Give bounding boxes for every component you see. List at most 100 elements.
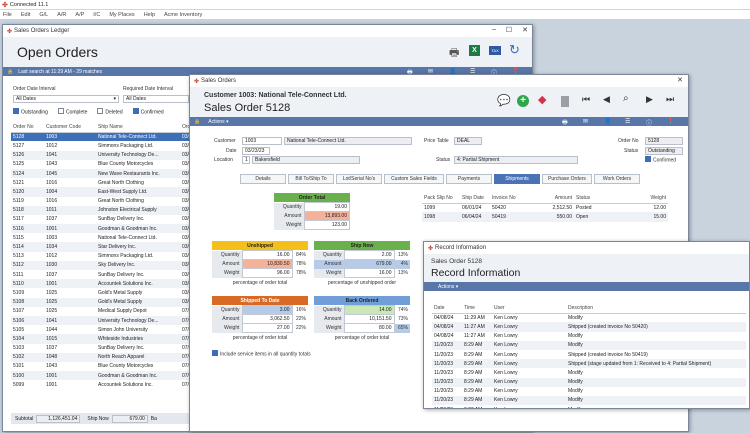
col-ship-date[interactable]: Ship Date — [460, 194, 490, 204]
menu-file[interactable]: File — [3, 12, 12, 18]
record-row[interactable]: 11/20/238:29 AMKen LowryModify — [432, 387, 746, 396]
col-user[interactable]: User — [492, 304, 566, 314]
tab-shipments[interactable]: Shipments — [494, 174, 540, 184]
col-order-no[interactable]: Order No — [11, 123, 44, 133]
order-confirmed-checkbox[interactable] — [645, 156, 651, 162]
order-user-icon[interactable]: 👤 — [604, 118, 611, 125]
menu-gl[interactable]: G/L — [39, 12, 48, 18]
col-amount[interactable]: Amount — [542, 194, 574, 204]
next-record-icon[interactable]: ▶ — [646, 94, 653, 105]
table-row[interactable]: 5107 1025 Medical Supply Depot 07/ — [11, 307, 191, 316]
table-row[interactable]: 5128 1003 National Tele-Connect Ltd. 03/ — [11, 132, 191, 142]
tab-payments[interactable]: Payments — [446, 174, 492, 184]
confirmed-checkbox[interactable] — [132, 108, 139, 114]
record-row[interactable]: 11/20/23 8:29 AM Ken Lowry Shipped (stage u… — [432, 359, 746, 369]
service-items-option[interactable]: Include service items in all quantity to… — [212, 350, 311, 357]
minimize-icon[interactable]: – — [492, 26, 496, 33]
table-row[interactable]: 5106 1041 University Technology De... 07/ — [11, 315, 191, 326]
search-icon[interactable]: ⌕ — [623, 93, 629, 104]
excel-icon[interactable]: X — [469, 45, 480, 56]
maximize-icon[interactable]: ☐ — [506, 26, 512, 34]
menu-ic[interactable]: I/C — [93, 12, 100, 18]
tab-details[interactable]: Details — [240, 174, 286, 184]
record-row[interactable]: 11/20/238:29 AMKen LowryModify — [432, 405, 746, 408]
tab-bill-to-ship-to[interactable]: Bill To/Ship To — [288, 174, 334, 184]
chat-icon[interactable]: 💬 — [497, 94, 511, 107]
menu-ar[interactable]: A/R — [57, 12, 66, 18]
record-actions-menu[interactable]: Actions ▾ — [438, 284, 458, 290]
record-row[interactable]: 11/20/23 8:29 AM Ken Lowry Shipped (created… — [432, 350, 746, 359]
table-row[interactable]: 5117 1037 SunBay Delivery Inc. 03/ — [11, 215, 191, 224]
table-row[interactable]: 5104 1015 Whiteside Industries 07/ — [11, 334, 191, 344]
col-date[interactable]: Date — [432, 304, 462, 314]
table-row[interactable]: 5108 1025 Gold's Metal Supply 03/ — [11, 297, 191, 307]
tab-work-orders[interactable]: Work Orders — [594, 174, 640, 184]
col-weight[interactable]: Weight — [624, 194, 668, 204]
col-pack-slip[interactable]: Pack Slip No — [422, 194, 460, 204]
table-row[interactable]: 5103 1037 SunBay Delivery Inc. 07/ — [11, 344, 191, 353]
table-row[interactable]: 5112 1030 Sky Delivery Inc. 03/ — [11, 260, 191, 270]
table-row[interactable]: 5114 1034 Star Delivery Inc. 03/ — [11, 242, 191, 252]
filter-outstanding[interactable]: Outstanding — [13, 108, 48, 115]
col-description[interactable]: Description — [566, 304, 746, 314]
col-time[interactable]: Time — [462, 304, 492, 314]
col-invoice-no[interactable]: Invoice No — [490, 194, 542, 204]
refresh-icon[interactable]: ↻ — [509, 42, 520, 58]
tab-custom-sales-fields[interactable]: Custom Sales Fields — [384, 174, 444, 184]
col-ship-name[interactable]: Ship Name — [96, 123, 180, 133]
order-info-icon[interactable]: ⓘ — [646, 118, 652, 127]
record-row[interactable]: 11/20/238:29 AMKen LowryModify — [432, 395, 746, 406]
tax-icon[interactable]: TAX — [489, 46, 501, 55]
table-row[interactable]: 5105 1044 Simon John University 07/ — [11, 325, 191, 334]
shipment-row[interactable]: 1098 06/04/24 50419 550.00 Open 15.00 — [422, 212, 668, 222]
close-icon[interactable]: ✕ — [522, 26, 528, 34]
add-icon[interactable]: + — [517, 95, 529, 107]
tab-purchase-orders[interactable]: Purchase Orders — [542, 174, 592, 184]
table-row[interactable]: 5127 1012 Simmons Packaging Ltd. 03/ — [11, 141, 191, 150]
order-list-icon[interactable]: ☰ — [625, 118, 630, 125]
shipment-row[interactable]: 1099 06/01/24 50420 2,512.50 Posted 12.0… — [422, 203, 668, 212]
table-row[interactable]: 5109 1025 Gold's Metal Supply 03/ — [11, 288, 191, 297]
table-row[interactable]: 5119 1016 Great North Clothing 03/ — [11, 197, 191, 206]
date-field[interactable]: 03/23/23 — [242, 147, 270, 155]
order-close-icon[interactable]: ✕ — [677, 76, 683, 84]
table-row[interactable]: 5110 1001 Accountek Solutions Inc. 03/ — [11, 279, 191, 289]
table-row[interactable]: 5124 1045 New Wave Restaurants Inc. 03/ — [11, 168, 191, 179]
customer-code-field[interactable]: 1003 — [242, 137, 282, 145]
record-row[interactable]: 04/08/24 11:27 AM Ken Lowry Modify — [432, 332, 746, 341]
trash-icon[interactable] — [561, 96, 569, 107]
first-record-icon[interactable]: ⏮ — [582, 94, 590, 105]
required-date-interval-select[interactable]: All Dates — [123, 95, 189, 103]
tab-lot-serial[interactable]: Lot/Serial No's — [336, 174, 382, 184]
table-row[interactable]: 5102 1048 North Reach Apparel 07/ — [11, 352, 191, 362]
table-row[interactable]: 5111 1037 SunBay Delivery Inc. 03/ — [11, 270, 191, 279]
table-row[interactable]: 5100 1001 Goodman & Goodman Inc. 07/ — [11, 371, 191, 381]
menu-my-places[interactable]: My Places — [109, 12, 134, 18]
table-row[interactable]: 5118 1011 Johnston Electrical Supply 03/ — [11, 205, 191, 215]
table-row[interactable]: 5120 1004 East-West Supply Ltd. 03/ — [11, 187, 191, 197]
deleted-checkbox[interactable] — [97, 108, 104, 114]
record-row[interactable]: 11/20/238:29 AMKen LowryModify — [432, 377, 746, 387]
record-row[interactable]: 04/08/24 11:29 AM Ken Lowry Modify — [432, 313, 746, 322]
order-date-interval-select[interactable]: All Dates ▾ — [13, 95, 119, 103]
printer-icon[interactable]: 🖶 — [449, 44, 459, 63]
record-row[interactable]: 11/20/238:29 AMKen LowryModify — [432, 340, 746, 350]
menu-acme-inventory[interactable]: Acme Inventory — [164, 12, 202, 18]
col-customer-code[interactable]: Customer Code — [44, 123, 96, 133]
order-mail-icon[interactable]: ✉ — [583, 118, 588, 125]
delete-icon[interactable]: ◆ — [538, 93, 546, 106]
previous-record-icon[interactable]: ◀ — [603, 94, 610, 105]
last-record-icon[interactable]: ⏭ — [666, 94, 674, 105]
table-row[interactable]: 5125 1043 Blue County Motorcycles 03/ — [11, 160, 191, 169]
table-row[interactable]: 5121 1016 Great North Clothing 03/ — [11, 178, 191, 187]
table-row[interactable]: 5115 1003 National Tele-Connect Ltd. 03/ — [11, 233, 191, 242]
menu-help[interactable]: Help — [144, 12, 155, 18]
col-status[interactable]: Status — [574, 194, 624, 204]
table-row[interactable]: 5101 1043 Blue County Motorcycles 07/ — [11, 362, 191, 371]
table-row[interactable]: 5126 1041 University Technology De... 03/ — [11, 150, 191, 160]
order-actions-menu[interactable]: Actions ▾ — [208, 119, 228, 125]
filter-complete[interactable]: Complete — [57, 108, 87, 115]
record-row[interactable]: 11/20/238:29 AMKen LowryModify — [432, 368, 746, 377]
complete-checkbox[interactable] — [57, 108, 64, 114]
service-items-checkbox[interactable] — [212, 350, 218, 356]
